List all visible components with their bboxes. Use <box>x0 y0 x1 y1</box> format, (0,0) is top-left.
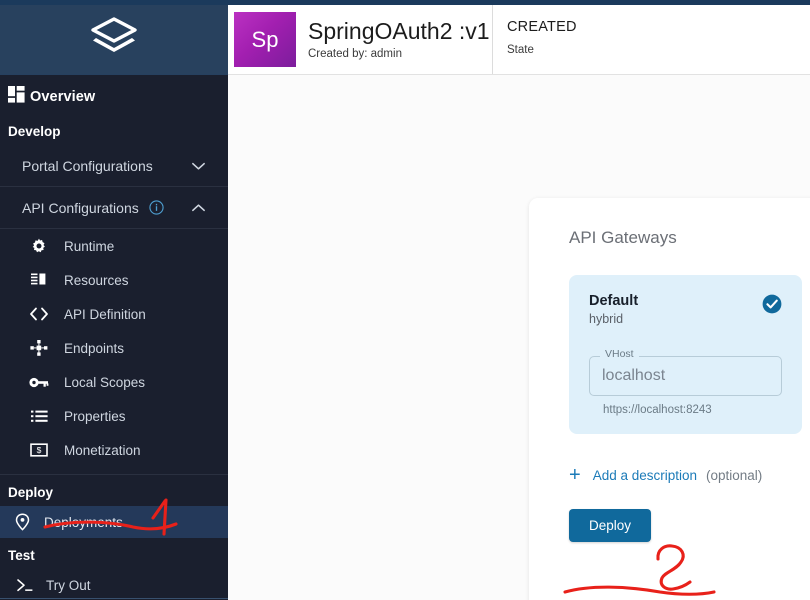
code-brackets-icon <box>28 304 50 324</box>
sidebar-item-runtime[interactable]: Runtime <box>0 229 228 263</box>
svg-text:$: $ <box>37 445 42 455</box>
bullet-list-icon <box>28 406 50 426</box>
api-created-by: Created by: admin <box>308 47 402 60</box>
sidebar-item-deployments-label: Deployments <box>44 514 123 530</box>
app-logo[interactable] <box>0 0 228 75</box>
api-gateways-panel: API Gateways Default hybrid VHost localh… <box>529 198 810 600</box>
sidebar-item-local-scopes[interactable]: Local Scopes <box>0 365 228 399</box>
resources-list-icon <box>28 270 50 290</box>
sidebar-item-try-out[interactable]: Try Out <box>0 569 228 600</box>
sidebar-item-endpoints-label: Endpoints <box>64 340 125 356</box>
sidebar-item-api-definition-label: API Definition <box>64 306 146 322</box>
api-state-label: State <box>507 44 534 56</box>
api-header-bar: Sp SpringOAuth2 :v1 Created by: admin CR… <box>228 5 810 75</box>
vhost-legend-label: VHost <box>600 349 639 360</box>
sidebar-item-properties-label: Properties <box>64 408 126 424</box>
gateway-card-text: Default hybrid <box>589 293 638 326</box>
application-window: Overview Develop Portal Configurations A… <box>0 0 810 600</box>
sidebar-item-overview[interactable]: Overview <box>0 80 228 114</box>
sidebar-item-try-out-label: Try Out <box>46 577 91 593</box>
sidebar-item-deployments[interactable]: Deployments <box>0 506 228 538</box>
top-accent-strip <box>0 0 810 5</box>
status-badge: CREATED <box>507 19 577 35</box>
deploy-button[interactable]: Deploy <box>569 509 652 542</box>
gateway-card-default[interactable]: Default hybrid VHost https://localhost:8… <box>569 275 802 434</box>
api-identity-block: Sp SpringOAuth2 :v1 Created by: admin <box>228 5 493 74</box>
terminal-prompt-icon <box>14 575 38 595</box>
key-icon <box>28 372 50 392</box>
sidebar-item-local-scopes-label: Local Scopes <box>64 374 146 390</box>
add-description-link[interactable]: Add a description <box>593 468 697 483</box>
sidebar-item-runtime-label: Runtime <box>64 238 115 254</box>
chevron-up-icon[interactable] <box>191 203 206 213</box>
left-sidebar: Overview Develop Portal Configurations A… <box>0 0 228 600</box>
sidebar-item-monetization-label: Monetization <box>64 442 141 458</box>
endpoints-node-icon <box>28 338 50 358</box>
sidebar-item-resources-label: Resources <box>64 272 129 288</box>
sidebar-item-resources[interactable]: Resources <box>0 263 228 297</box>
sidebar-collapsible-portal-configurations[interactable]: Portal Configurations <box>0 145 228 187</box>
info-circle-icon[interactable] <box>149 200 164 215</box>
api-gateways-title: API Gateways <box>569 228 677 247</box>
plus-icon[interactable]: + <box>569 465 581 485</box>
dashboard-grid-icon <box>8 86 25 108</box>
add-description-row[interactable]: + Add a description (optional) <box>569 465 810 485</box>
sidebar-item-endpoints[interactable]: Endpoints <box>0 331 228 365</box>
sidebar-group-develop: Develop <box>8 124 61 139</box>
sidebar-bottom-rule <box>0 598 228 599</box>
vhost-field-group: VHost <box>589 349 782 396</box>
vhost-input[interactable] <box>589 356 782 396</box>
gateway-type: hybrid <box>589 312 624 326</box>
sidebar-item-api-definition[interactable]: API Definition <box>0 297 228 331</box>
sidebar-item-overview-label: Overview <box>30 89 96 105</box>
sidebar-item-properties[interactable]: Properties <box>0 399 228 433</box>
add-description-optional-label: (optional) <box>706 467 763 483</box>
sidebar-collapsible-portal-configurations-label: Portal Configurations <box>22 157 153 174</box>
api-meta: SpringOAuth2 :v1 Created by: admin <box>308 18 490 60</box>
chevron-down-icon[interactable] <box>191 161 206 171</box>
sidebar-group-test: Test <box>8 548 35 563</box>
layers-stack-icon <box>88 15 140 59</box>
check-circle-icon[interactable] <box>762 294 782 319</box>
gateway-card-header: Default hybrid <box>589 293 782 326</box>
page-title: SpringOAuth2 :v1 <box>308 18 490 45</box>
sidebar-collapsible-api-configurations-label: API Configurations <box>22 199 139 216</box>
sidebar-collapsible-api-configurations[interactable]: API Configurations <box>0 187 228 229</box>
api-state-block: CREATED State <box>493 5 577 74</box>
vhost-url-text: https://localhost:8243 <box>603 404 712 416</box>
dollar-bill-icon: $ <box>28 440 50 460</box>
sidebar-item-monetization[interactable]: $ Monetization <box>0 433 228 467</box>
gear-icon <box>28 236 50 256</box>
location-pin-icon <box>10 512 34 532</box>
gateway-name: Default <box>589 293 639 309</box>
main-content: API Gateways Default hybrid VHost localh… <box>228 76 810 600</box>
sidebar-group-deploy: Deploy <box>8 485 54 500</box>
api-thumbnail: Sp <box>234 12 296 67</box>
